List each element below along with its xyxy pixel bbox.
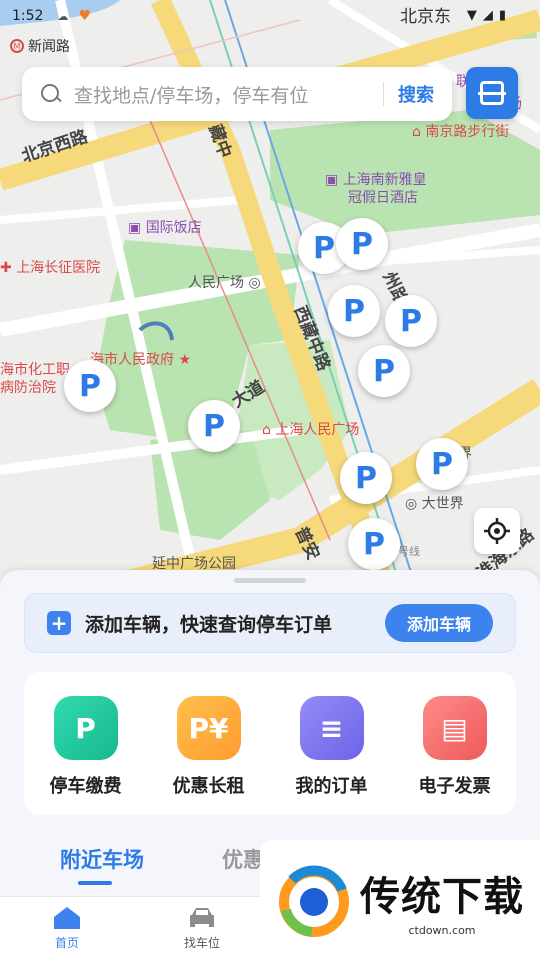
parking-pin[interactable]: P xyxy=(328,285,380,337)
poi-guoji[interactable]: ▣ 国际饭店 xyxy=(128,220,202,236)
parking-pin[interactable]: P xyxy=(385,295,437,347)
nav-label: 首页 xyxy=(54,936,79,950)
nav-label: 找车位 xyxy=(183,936,220,950)
sheet-drag-handle[interactable] xyxy=(234,578,306,583)
signal-icon: ◢ xyxy=(482,8,493,23)
parking-pin[interactable]: P xyxy=(340,452,392,504)
parking-pin[interactable]: P xyxy=(64,360,116,412)
service-label: 停车缴费 xyxy=(49,776,122,797)
poi-label: 上海长征医院 xyxy=(16,260,101,276)
service-discount-rent[interactable]: P¥ 优惠长租 xyxy=(154,696,264,815)
tab-discount[interactable]: 优惠 xyxy=(222,844,264,874)
add-vehicle-card[interactable]: + 添加车辆，快速查询停车订单 添加车辆 xyxy=(24,593,516,653)
search-button[interactable]: 搜索 xyxy=(398,81,434,107)
poi-people-square[interactable]: 人民广场 ◎ xyxy=(188,275,261,291)
notification-icon: ☁ xyxy=(57,9,69,23)
parking-pin[interactable]: P xyxy=(358,345,410,397)
parking-pin[interactable]: P xyxy=(416,438,468,490)
poi-hotel[interactable]: ▣ 上海南新雅皇 xyxy=(325,172,427,188)
parking-pin[interactable]: P xyxy=(336,218,388,270)
poi-label: 大世界 xyxy=(421,496,464,512)
plus-icon: + xyxy=(47,611,71,635)
status-bar: 1:52 ☁ ♥ 北京东 ▼ ◢ ▮ xyxy=(0,0,540,32)
poi-chemical: 海市化工职 xyxy=(0,362,70,378)
parking-pin[interactable]: P xyxy=(188,400,240,452)
service-parking-pay[interactable]: P 停车缴费 xyxy=(31,696,141,815)
brand-text: 传统下载 ctdown.com xyxy=(360,864,524,937)
parking-pay-icon: P xyxy=(53,696,118,760)
add-vehicle-text: 添加车辆，快速查询停车订单 xyxy=(85,613,333,636)
poi-label: 上海南新雅皇 xyxy=(342,172,427,188)
order-icon: ≡ xyxy=(299,696,364,760)
scan-button[interactable] xyxy=(466,67,518,119)
car-icon xyxy=(190,908,214,927)
search-input[interactable]: 查找地点/停车场，停车有位 xyxy=(74,81,369,108)
invoice-icon: ▤ xyxy=(422,696,487,760)
add-vehicle-button[interactable]: 添加车辆 xyxy=(385,604,493,642)
map-road-text: 北京东 xyxy=(400,7,451,27)
app-notification-icon: ♥ xyxy=(78,8,92,24)
locate-icon xyxy=(484,518,510,544)
nav-find-spot[interactable]: 找车位 xyxy=(162,897,242,951)
service-label: 优惠长租 xyxy=(172,776,245,797)
service-my-orders[interactable]: ≡ 我的订单 xyxy=(277,696,387,815)
search-icon xyxy=(40,83,62,105)
poi-nanjing-road[interactable]: ⌂ 南京路步行街 xyxy=(412,124,509,140)
service-label: 电子发票 xyxy=(418,776,491,797)
poi-chemical-line2: 病防治院 xyxy=(0,380,56,396)
wifi-icon: ▼ xyxy=(466,8,477,23)
poi-hotel-line2: 冠假日酒店 xyxy=(348,190,418,206)
brand-logo xyxy=(272,860,356,940)
tab-nearby-parking[interactable]: 附近车场 xyxy=(60,844,144,874)
poi-label: 国际饭店 xyxy=(145,220,202,236)
brand-url: ctdown.com xyxy=(408,923,476,937)
parking-pin[interactable]: P xyxy=(348,518,400,570)
search-bar[interactable]: 查找地点/停车场，停车有位 搜索 xyxy=(22,67,452,121)
service-label: 我的订单 xyxy=(295,776,368,797)
poi-dashijie[interactable]: ◎ 大世界 xyxy=(405,496,464,512)
home-icon xyxy=(54,907,80,929)
status-icons: ▼ ◢ ▮ xyxy=(467,8,506,23)
brand-name: 传统下载 xyxy=(360,873,524,920)
metro-line-label: 号线 xyxy=(398,545,420,558)
service-e-invoice[interactable]: ▤ 电子发票 xyxy=(400,696,510,815)
brand-logo-graphic xyxy=(279,865,349,937)
metro-label: 新闻路 xyxy=(28,39,70,55)
poi-label: 南京路步行街 xyxy=(425,124,510,140)
poi-label: 上海人民广场 xyxy=(275,422,360,438)
battery-icon: ▮ xyxy=(498,8,506,23)
locate-button[interactable] xyxy=(474,508,520,554)
clock: 1:52 xyxy=(12,8,44,24)
poi-changzheng[interactable]: ✚ 上海长征医院 xyxy=(0,260,100,276)
nav-home[interactable]: 首页 xyxy=(27,897,107,951)
services-panel: P 停车缴费 P¥ 优惠长租 ≡ 我的订单 ▤ 电子发票 xyxy=(24,672,516,815)
poi-label: 人民广场 xyxy=(188,275,244,291)
active-tab-indicator xyxy=(78,881,112,885)
discount-rent-icon: P¥ xyxy=(176,696,241,760)
scan-icon xyxy=(478,81,506,105)
watermark-banner: 传统下载 ctdown.com xyxy=(260,840,540,960)
search-divider xyxy=(383,82,384,106)
metro-icon: M xyxy=(10,39,24,53)
poi-museum[interactable]: ⌂ 上海人民广场 xyxy=(262,422,359,438)
metro-station[interactable]: M 新闻路 xyxy=(10,36,70,56)
